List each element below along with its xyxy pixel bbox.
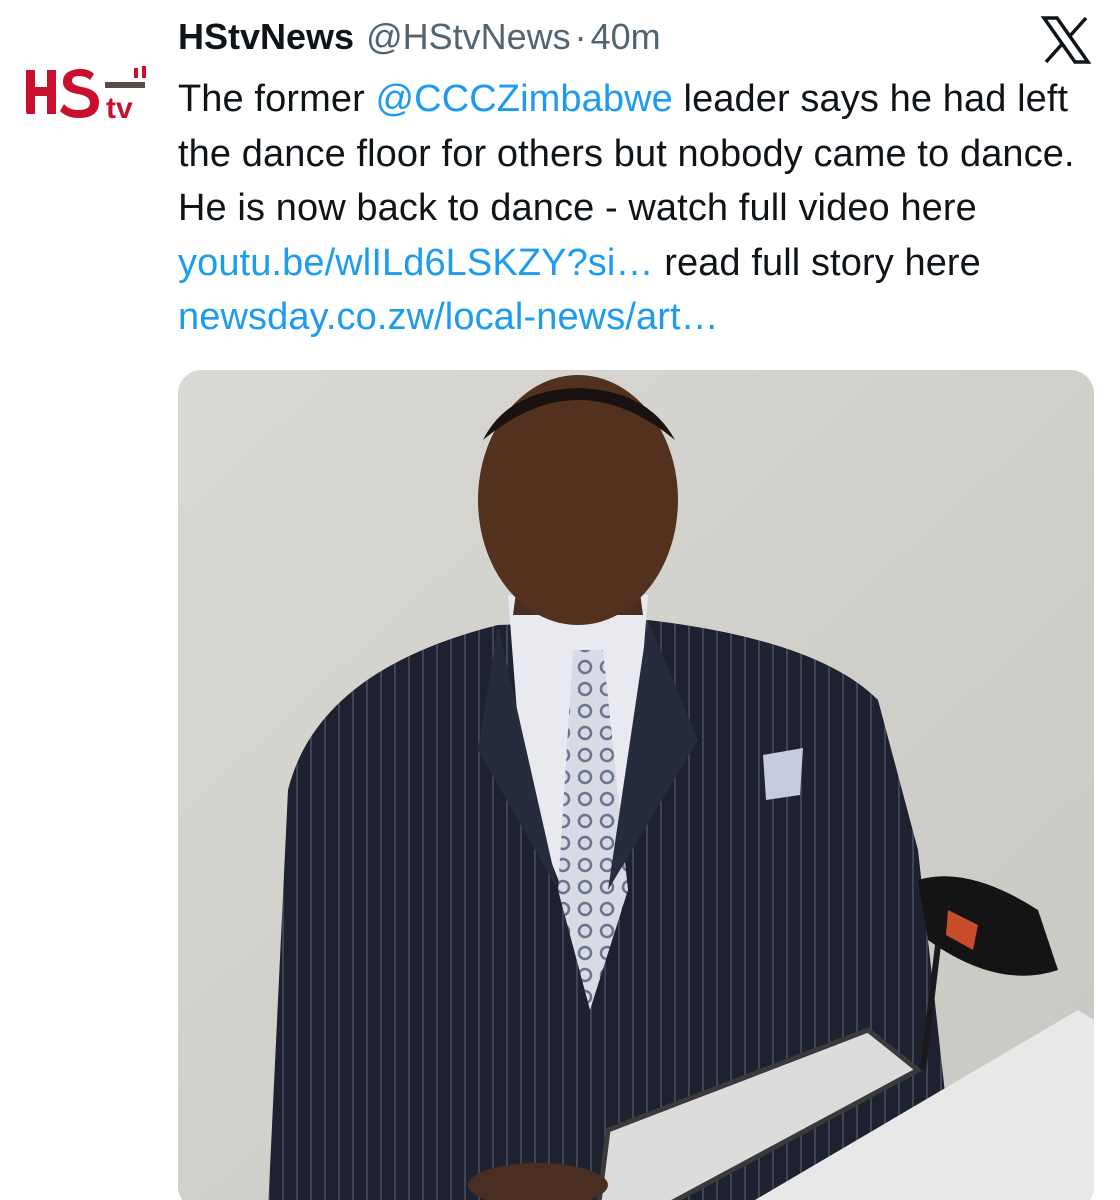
mention-link[interactable]: @CCCZimbabwe [375, 78, 672, 120]
text-segment: The former [178, 78, 376, 120]
video-frame [178, 370, 1094, 1200]
timestamp[interactable]: 40m [591, 16, 661, 58]
video-thumbnail[interactable] [178, 370, 1094, 1200]
text-segment: read full story here [653, 241, 981, 284]
display-name[interactable]: HStvNews [178, 16, 354, 58]
youtube-link[interactable]: youtu.be/wlILd6LSKZY?si… [178, 242, 654, 284]
hstv-logo-icon: tv [22, 22, 156, 156]
user-handle[interactable]: @HStvNews [366, 16, 571, 58]
tweet-header: HStvNews @HStvNews · 40m [178, 16, 661, 62]
separator-dot: · [574, 16, 587, 57]
avatar[interactable]: tv [22, 22, 156, 156]
newsday-link[interactable]: newsday.co.zw/local-news/art… [178, 296, 719, 338]
x-logo-icon[interactable] [1040, 14, 1092, 66]
tweet-card: tv HStvNews @HStvNews · 40m The former @… [0, 0, 1120, 1200]
tweet-text: The former @CCCZimbabwe leader says he h… [178, 72, 1098, 345]
svg-text:tv: tv [106, 92, 133, 125]
